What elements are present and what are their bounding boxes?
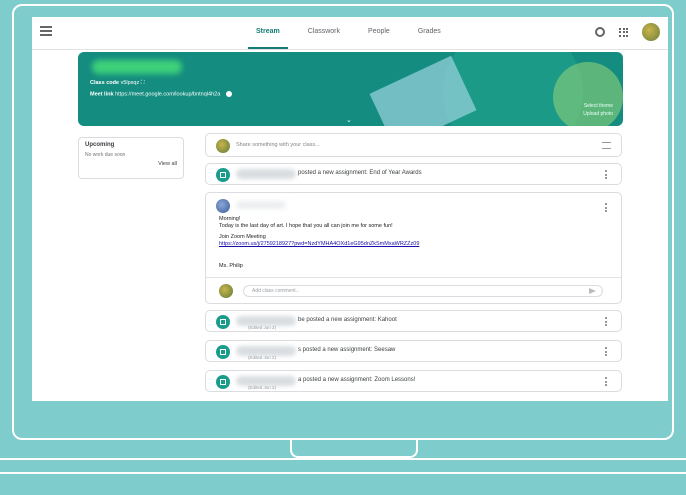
top-bar: Stream Classwork People Grades xyxy=(32,17,668,50)
view-all-link[interactable]: View all xyxy=(85,161,177,167)
comment-placeholder: Add class comment... xyxy=(252,288,300,294)
comment-input[interactable]: Add class comment... xyxy=(243,285,603,297)
assignment-text: a posted a new assignment: Zoom Lessons! xyxy=(298,377,416,383)
assignment-text: be posted a new assignment: Kahoot xyxy=(298,317,397,323)
assignment-icon xyxy=(216,315,230,329)
assignment-icon xyxy=(216,345,230,359)
zoom-label: Join Zoom Meeting xyxy=(219,234,266,240)
assignment-item[interactable]: be posted a new assignment: Kahoot (Edit… xyxy=(205,310,622,332)
meet-link-url[interactable]: https://meet.google.com/lookup/bntnql4h2… xyxy=(115,91,220,97)
upcoming-title: Upcoming xyxy=(85,142,115,148)
share-placeholder: Share something with your class... xyxy=(236,142,320,148)
assignment-icon xyxy=(216,375,230,389)
announcement-post: Morning! Today is the last day of art. I… xyxy=(205,192,622,304)
class-banner: Class code v5lpsqz ⛶ Meet link https://m… xyxy=(78,52,623,126)
chevron-down-icon[interactable]: ⌄ xyxy=(346,116,352,124)
top-right-actions xyxy=(595,23,660,41)
author-redacted xyxy=(236,201,286,209)
video-icon[interactable] xyxy=(225,91,232,97)
gear-icon[interactable] xyxy=(595,27,605,37)
class-code-value: v5lpsqz xyxy=(120,80,140,86)
post-signature: Ms. Philip xyxy=(219,263,243,269)
more-options-icon[interactable] xyxy=(605,203,607,214)
avatar xyxy=(216,139,230,153)
more-options-icon[interactable] xyxy=(605,377,607,388)
nav-tabs: Stream Classwork People Grades xyxy=(242,17,455,49)
author-avatar xyxy=(216,199,230,213)
banner-actions: Select theme Upload photo xyxy=(583,102,613,118)
tab-people[interactable]: People xyxy=(354,17,404,49)
account-avatar[interactable] xyxy=(642,23,660,41)
fullscreen-icon[interactable]: ⛶ xyxy=(141,80,145,86)
laptop-notch xyxy=(290,438,418,458)
more-options-icon[interactable] xyxy=(605,170,607,181)
more-options-icon[interactable] xyxy=(605,317,607,328)
send-icon[interactable] xyxy=(589,288,596,294)
assignment-item[interactable]: s posted a new assignment: Seesaw (Edite… xyxy=(205,340,622,362)
zoom-link[interactable]: https://zoom.us/j/2759218927?pwd=NzdYMHA… xyxy=(219,241,419,247)
avatar xyxy=(219,284,233,298)
tab-classwork[interactable]: Classwork xyxy=(294,17,354,49)
upcoming-empty-text: No work due soon xyxy=(85,152,126,158)
meet-link-row: Meet link https://meet.google.com/lookup… xyxy=(90,91,232,97)
assignment-text: posted a new assignment: End of Year Awa… xyxy=(298,170,422,176)
more-options-icon[interactable] xyxy=(605,347,607,358)
assignment-item[interactable]: posted a new assignment: End of Year Awa… xyxy=(205,163,622,185)
post-body: Today is the last day of art. I hope tha… xyxy=(219,223,393,229)
author-redacted xyxy=(236,169,296,179)
divider xyxy=(206,277,621,278)
post-greeting: Morning! xyxy=(219,216,241,222)
menu-icon[interactable] xyxy=(40,26,52,36)
tab-grades[interactable]: Grades xyxy=(404,17,455,49)
meet-link-label: Meet link xyxy=(90,91,114,98)
assignment-text: s posted a new assignment: Seesaw xyxy=(298,347,396,353)
class-title-redacted xyxy=(92,60,182,74)
apps-grid-icon[interactable] xyxy=(619,27,628,37)
repost-icon[interactable] xyxy=(602,142,611,149)
assignment-icon xyxy=(216,168,230,182)
assignment-date: (Edited Jun 2) xyxy=(248,325,277,330)
class-code-row: Class code v5lpsqz ⛶ xyxy=(90,80,145,87)
assignment-date: (Edited Jun 2) xyxy=(248,355,277,360)
laptop-base xyxy=(0,458,686,474)
assignment-item[interactable]: a posted a new assignment: Zoom Lessons!… xyxy=(205,370,622,392)
class-code-label: Class code xyxy=(90,80,120,86)
upload-photo-link[interactable]: Upload photo xyxy=(583,110,613,118)
share-box[interactable]: Share something with your class... xyxy=(205,133,622,157)
tab-stream[interactable]: Stream xyxy=(242,17,294,49)
upcoming-panel: Upcoming No work due soon View all xyxy=(78,137,184,179)
assignment-date: (Edited Jun 2) xyxy=(248,385,277,390)
select-theme-link[interactable]: Select theme xyxy=(583,102,613,110)
classroom-screen: Stream Classwork People Grades Class cod… xyxy=(32,17,668,401)
